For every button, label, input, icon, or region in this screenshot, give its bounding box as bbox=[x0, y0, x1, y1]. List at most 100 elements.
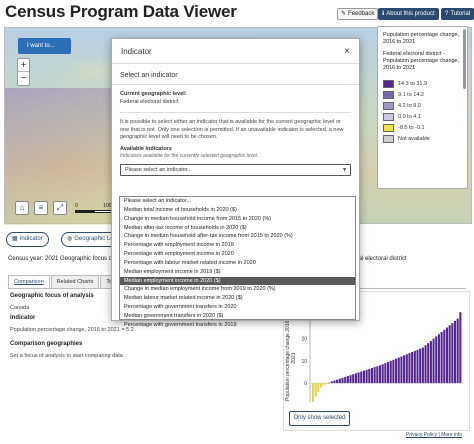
home-icon[interactable]: ⌂ bbox=[15, 201, 29, 215]
chart-bar[interactable] bbox=[314, 383, 317, 397]
current-level-value: Federal electoral district bbox=[120, 98, 179, 105]
chart-bar[interactable] bbox=[427, 343, 430, 384]
chart-bar[interactable] bbox=[368, 368, 371, 384]
chart-bar[interactable] bbox=[387, 362, 390, 384]
chart-bar[interactable] bbox=[435, 336, 438, 384]
feedback-label: Feedback bbox=[348, 11, 375, 17]
chart-bar[interactable] bbox=[341, 377, 344, 384]
chart-bar[interactable] bbox=[395, 358, 398, 384]
indicator-button[interactable]: ▦ Indicator bbox=[6, 232, 49, 247]
indicator-option[interactable]: Percentage with government transfers in … bbox=[120, 303, 355, 312]
close-icon[interactable]: × bbox=[344, 46, 350, 57]
chart-bar[interactable] bbox=[440, 332, 443, 384]
chart-bar[interactable] bbox=[346, 376, 349, 384]
i-want-to-button[interactable]: I want to... bbox=[18, 38, 71, 54]
chart-bar[interactable] bbox=[354, 373, 357, 384]
chart-bar[interactable] bbox=[378, 365, 382, 384]
chart-bar[interactable] bbox=[349, 375, 352, 384]
about-button[interactable]: ℹ About this product bbox=[378, 8, 439, 20]
chart-bar[interactable] bbox=[352, 374, 355, 384]
indicator-option[interactable]: Change in median household income from 2… bbox=[120, 215, 355, 224]
zoom-in-button[interactable]: + bbox=[18, 59, 29, 72]
chart-bar[interactable] bbox=[448, 325, 451, 384]
chart-bar[interactable] bbox=[459, 312, 462, 384]
footer-links[interactable]: Privacy Policy | More info bbox=[406, 432, 462, 438]
chart-bar[interactable] bbox=[445, 327, 449, 384]
chart-bar[interactable] bbox=[429, 340, 432, 384]
feedback-button[interactable]: ✎ Feedback bbox=[337, 8, 379, 20]
chart-bar[interactable] bbox=[362, 370, 365, 384]
chart-bar[interactable] bbox=[456, 318, 459, 384]
chart-bar[interactable] bbox=[370, 368, 374, 384]
chart-bar[interactable] bbox=[408, 353, 411, 384]
chart-bar[interactable] bbox=[357, 372, 360, 384]
chart-bar[interactable] bbox=[325, 383, 328, 385]
legend-item: 0.0 to 4.1 bbox=[383, 111, 462, 122]
chart-icon: ▦ bbox=[12, 236, 18, 242]
zoom-out-button[interactable]: − bbox=[18, 72, 29, 85]
chart-bar[interactable] bbox=[437, 334, 440, 384]
indicator-option[interactable]: Median employment income in 2019 ($) bbox=[120, 268, 355, 277]
indicator-option[interactable]: Percentage with labour market related in… bbox=[120, 259, 355, 268]
chart-bar[interactable] bbox=[397, 357, 400, 384]
fullscreen-icon[interactable]: ⤢ bbox=[53, 201, 67, 215]
chart-bar[interactable] bbox=[453, 320, 457, 384]
indicator-option[interactable]: Percentage with employment income in 201… bbox=[120, 241, 355, 250]
chart-bar[interactable] bbox=[322, 383, 325, 386]
comparison-geographies-text: Set a focus of analysis to start compari… bbox=[10, 353, 123, 359]
chart-bar[interactable] bbox=[419, 348, 422, 384]
tutorial-label: Tutorial bbox=[450, 11, 471, 17]
indicator-select[interactable]: Please select an indicator... ▼ bbox=[120, 163, 351, 176]
chart-bar[interactable] bbox=[328, 382, 331, 384]
chart-bar[interactable] bbox=[360, 371, 363, 384]
chart-bar[interactable] bbox=[413, 350, 416, 384]
chart-bar[interactable] bbox=[365, 369, 368, 384]
indicator-option[interactable]: Percentage with government transfers in … bbox=[120, 321, 355, 330]
indicator-option[interactable]: Please select an indicator... bbox=[120, 197, 355, 206]
chart-bar[interactable] bbox=[384, 363, 387, 384]
chart-bar[interactable] bbox=[336, 379, 339, 384]
legend-swatch bbox=[383, 123, 394, 132]
scale-bar-graphic bbox=[75, 210, 115, 213]
indicator-option[interactable]: Median total income of households in 202… bbox=[120, 206, 355, 215]
only-show-selected-button[interactable]: Only show selected bbox=[289, 411, 350, 426]
chart-bar[interactable] bbox=[421, 347, 424, 384]
indicator-option[interactable]: Median employment income in 2020 ($) bbox=[120, 276, 355, 286]
legend-scrollbar[interactable] bbox=[463, 29, 466, 89]
indicator-option[interactable]: Median after-tax income of households in… bbox=[120, 224, 355, 233]
chart-bar[interactable] bbox=[392, 359, 395, 384]
chart-bar[interactable] bbox=[400, 356, 403, 384]
indicator-option[interactable]: Change in median employment income from … bbox=[120, 285, 355, 294]
chart-bar[interactable] bbox=[312, 383, 315, 402]
chart-bar[interactable] bbox=[320, 383, 323, 388]
chart-bar[interactable] bbox=[338, 378, 341, 384]
indicator-option[interactable]: Median government transfers in 2020 ($) bbox=[120, 312, 355, 321]
indicator-option[interactable]: Change in median household after-tax inc… bbox=[120, 232, 355, 241]
chart-bar[interactable] bbox=[403, 355, 406, 384]
chart-bar[interactable] bbox=[376, 366, 379, 384]
tab-related-charts[interactable]: Related Charts bbox=[50, 275, 100, 288]
chart-bar[interactable] bbox=[432, 338, 435, 384]
chart-bar[interactable] bbox=[389, 360, 392, 384]
scale-start: 0 bbox=[75, 203, 78, 209]
chart-bar[interactable] bbox=[333, 380, 336, 384]
chart-bar[interactable] bbox=[317, 383, 320, 392]
layers-icon[interactable]: ≡ bbox=[34, 201, 48, 215]
legend-swatch bbox=[383, 90, 394, 99]
chart-bar[interactable] bbox=[344, 376, 347, 384]
chart-bar[interactable] bbox=[405, 354, 408, 384]
indicator-option[interactable]: Percentage with employment income in 202… bbox=[120, 250, 355, 259]
tutorial-button[interactable]: ? Tutorial bbox=[441, 8, 474, 20]
chart-bar[interactable] bbox=[381, 364, 384, 384]
indicator-option[interactable]: Median labour market related income in 2… bbox=[120, 294, 355, 303]
available-indicators-hint: Indicators available for the currently s… bbox=[120, 153, 259, 159]
chart-bar[interactable] bbox=[373, 367, 376, 384]
tab-comparison[interactable]: Comparison bbox=[8, 275, 50, 288]
chart-bar[interactable] bbox=[424, 345, 427, 384]
legend-label: 4.2 to 9.0 bbox=[398, 102, 421, 109]
chart-bar[interactable] bbox=[411, 352, 414, 384]
chart-bar[interactable] bbox=[443, 329, 446, 384]
chart-bar[interactable] bbox=[330, 381, 333, 384]
chart-bar[interactable] bbox=[451, 323, 454, 384]
chart-bar[interactable] bbox=[416, 349, 419, 384]
